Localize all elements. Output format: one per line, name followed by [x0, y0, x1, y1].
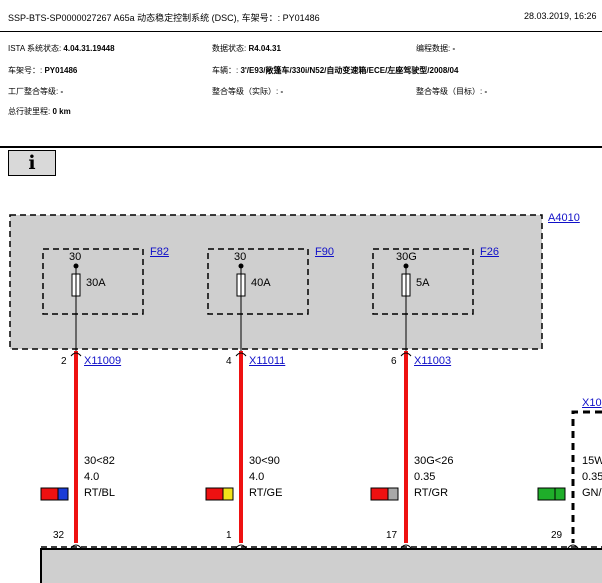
fuse-f90-link[interactable]: F90: [315, 246, 334, 258]
connector-x10-link[interactable]: X10: [582, 397, 602, 409]
wire-color-swatch-f26: [370, 487, 399, 501]
module-a4010-link[interactable]: A4010: [548, 212, 580, 224]
fuse-f82-rating: 30A: [86, 277, 106, 289]
connector-x11009-link[interactable]: X11009: [84, 355, 121, 367]
fuse-f82-link[interactable]: F82: [150, 246, 169, 258]
fuse-f82-terminal: 30: [69, 251, 82, 263]
wire-color-swatch-f82: [40, 487, 69, 501]
wire-label-f82: 30<82 4.0 RT/BL: [84, 455, 115, 499]
bottom-pin-number: 29: [551, 530, 563, 541]
connector-x11003-link[interactable]: X11003: [414, 355, 451, 367]
pin-number: 4: [226, 356, 232, 367]
pin-number: 2: [61, 356, 67, 367]
fuse-f26-terminal: 30G: [396, 251, 417, 263]
wire-color-swatch-f90: [205, 487, 234, 501]
pin-number: 6: [391, 356, 397, 367]
bottom-pin-number: 1: [226, 530, 232, 541]
fuse-f90-terminal: 30: [234, 251, 247, 263]
fuse-f90-rating: 40A: [251, 277, 271, 289]
connector-x11011-link[interactable]: X11011: [249, 355, 285, 367]
fuse-f26-rating: 5A: [416, 277, 430, 289]
wire-label-f90: 30<90 4.0 RT/GE: [249, 455, 283, 499]
bottom-pin-number: 17: [386, 530, 398, 541]
wire-label-x10: 15W 0.35 GN/: [582, 455, 602, 499]
bottom-module-box: [40, 548, 602, 583]
fuse-f26-link[interactable]: F26: [480, 246, 499, 258]
bottom-pin-number: 32: [53, 530, 65, 541]
wire-color-swatch-x10: [537, 487, 566, 501]
wire-label-f26: 30G<26 0.35 RT/GR: [414, 455, 454, 499]
